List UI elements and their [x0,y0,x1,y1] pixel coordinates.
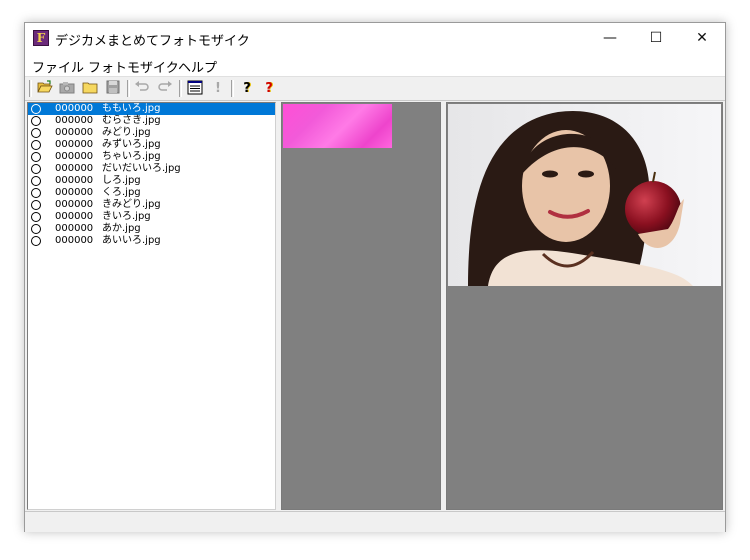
item-filename: あいいろ.jpg [102,235,161,246]
list-item[interactable]: 000000 だいだいいろ.jpg [28,163,275,175]
list-item[interactable]: 000000 ちゃいろ.jpg [28,151,275,163]
menu-photomosaic[interactable]: フォトモザイク [88,57,179,76]
toolbar: ! ? ? [25,77,725,101]
item-count: 000000 [55,235,94,246]
item-count: 000000 [55,151,94,162]
help-icon[interactable]: ? [238,80,256,97]
radio-button[interactable] [31,140,41,150]
radio-button[interactable] [31,200,41,210]
item-count: 000000 [55,199,94,210]
minimize-icon: — [603,30,617,46]
open-folder-icon[interactable] [36,80,54,97]
list-item[interactable]: 000000 むらさき.jpg [28,115,275,127]
toolbar-separator [29,80,32,97]
menu-help[interactable]: ヘルプ [178,57,217,76]
item-filename: くろ.jpg [102,187,141,198]
item-filename: みどり.jpg [102,127,151,138]
item-count: 000000 [55,127,94,138]
item-filename: きいろ.jpg [102,211,151,222]
list-item[interactable]: 000000 あいいろ.jpg [28,235,275,247]
list-item[interactable]: 000000 くろ.jpg [28,187,275,199]
list-item[interactable]: 000000 あか.jpg [28,223,275,235]
item-filename: ももいろ.jpg [102,103,161,114]
pink-tile-thumbnail[interactable] [283,104,392,148]
exclamation-icon[interactable]: ! [209,80,227,97]
toolbar-separator [179,80,182,97]
list-item[interactable]: 000000 しろ.jpg [28,175,275,187]
item-filename: あか.jpg [102,223,141,234]
list-item[interactable]: 000000 きみどり.jpg [28,199,275,211]
status-bar [25,511,725,532]
save-icon[interactable] [104,80,122,97]
camera-icon[interactable] [58,80,76,97]
color-file-list[interactable]: 000000 ももいろ.jpg 000000 むらさき.jpg 000000 み… [27,102,276,510]
item-filename: ちゃいろ.jpg [102,151,161,162]
item-filename: みずいろ.jpg [102,139,161,150]
item-count: 000000 [55,223,94,234]
tile-images-pane[interactable] [281,102,441,510]
list-item[interactable]: 000000 みずいろ.jpg [28,139,275,151]
item-count: 000000 [55,139,94,150]
folder-icon[interactable] [81,80,99,97]
close-icon: ✕ [696,30,708,46]
list-item[interactable]: 000000 きいろ.jpg [28,211,275,223]
item-filename: しろ.jpg [102,175,141,186]
radio-button[interactable] [31,104,41,114]
radio-button[interactable] [31,224,41,234]
toolbar-separator [231,80,234,97]
list-icon[interactable] [186,80,204,97]
toolbar-separator [127,80,130,97]
radio-button[interactable] [31,152,41,162]
preview-pane[interactable] [446,102,723,510]
item-count: 000000 [55,211,94,222]
context-help-icon[interactable]: ? [260,80,278,97]
menu-bar: ファイル フォトモザイク ヘルプ [25,54,725,77]
source-photo [448,104,721,286]
maximize-button[interactable]: ☐ [633,23,679,54]
item-filename: だいだいいろ.jpg [102,163,181,174]
radio-button[interactable] [31,116,41,126]
radio-button[interactable] [31,176,41,186]
list-item[interactable]: 000000 みどり.jpg [28,127,275,139]
menu-file[interactable]: ファイル [32,57,84,76]
radio-button[interactable] [31,212,41,222]
radio-button[interactable] [31,188,41,198]
item-count: 000000 [55,103,94,114]
item-filename: むらさき.jpg [102,115,161,126]
radio-button[interactable] [31,164,41,174]
item-count: 000000 [55,187,94,198]
window-title: デジカメまとめてフォトモザイク [55,34,250,49]
list-item[interactable]: 000000 ももいろ.jpg [28,103,275,115]
undo-icon[interactable] [133,80,151,97]
radio-button[interactable] [31,236,41,246]
maximize-icon: ☐ [649,30,663,46]
minimize-button[interactable]: — [587,23,633,54]
app-window: F デジカメまとめてフォトモザイク — ☐ ✕ ファイル フォトモザイク ヘルプ [24,22,726,532]
item-count: 000000 [55,163,94,174]
close-button[interactable]: ✕ [679,23,725,54]
item-filename: きみどり.jpg [102,199,161,210]
app-icon[interactable]: F [33,30,49,46]
radio-button[interactable] [31,128,41,138]
title-bar[interactable]: F デジカメまとめてフォトモザイク — ☐ ✕ [25,23,725,54]
item-count: 000000 [55,175,94,186]
redo-icon[interactable] [156,80,174,97]
item-count: 000000 [55,115,94,126]
